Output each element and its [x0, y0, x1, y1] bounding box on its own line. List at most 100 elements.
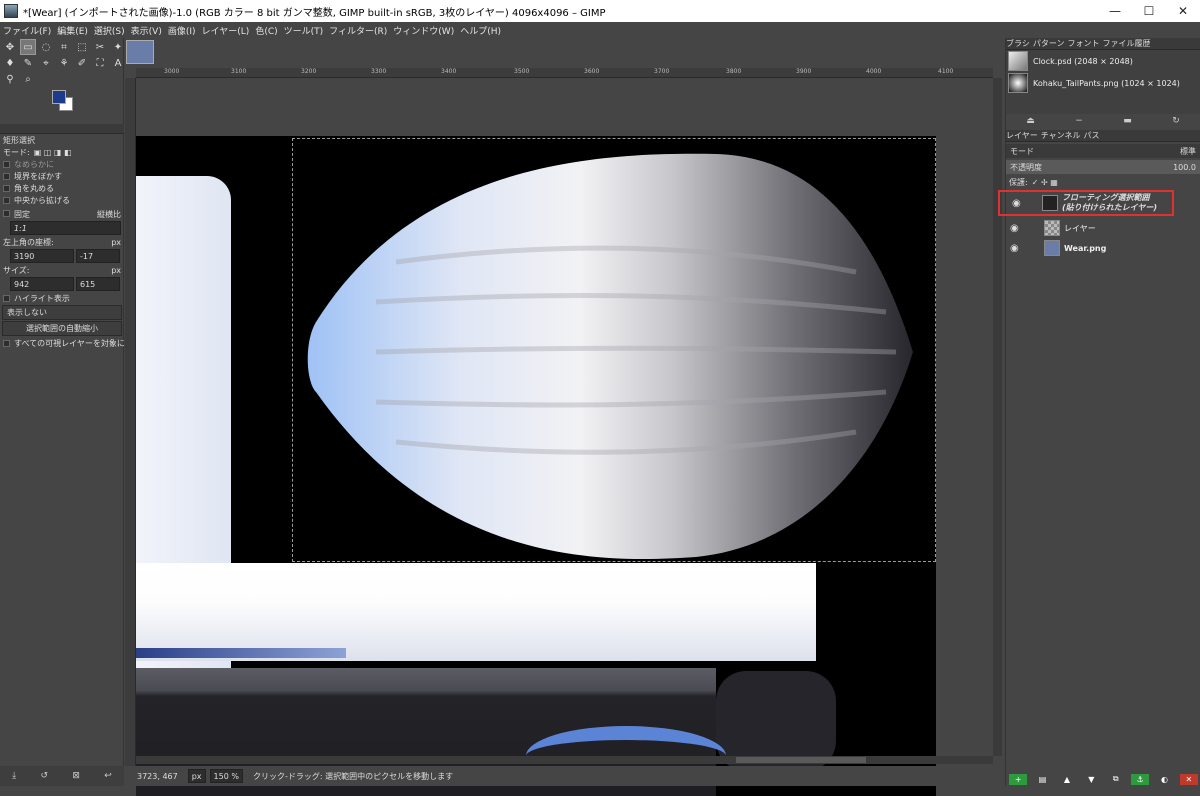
delete-options-icon[interactable]: ⊠ [72, 771, 80, 781]
fuzzy-select-tool-icon[interactable]: ⌗ [57, 40, 71, 54]
feather-checkbox[interactable] [3, 172, 10, 180]
lock-icons[interactable]: ✓ ✢ ▦ [1032, 178, 1058, 187]
antialias-option[interactable]: なめらかに [0, 158, 124, 170]
layer-row[interactable]: ◉ Wear.png [1006, 238, 1200, 258]
new-layer-icon[interactable]: + [1009, 773, 1028, 785]
free-select-tool-icon[interactable]: ◌ [39, 40, 53, 54]
eye-icon[interactable]: ◉ [1012, 198, 1026, 209]
ratio-field[interactable]: 1:1 [10, 221, 121, 235]
lower-layer-icon[interactable]: ▼ [1082, 774, 1100, 785]
mask-icon[interactable]: ◐ [1155, 774, 1173, 785]
sample-merged-option[interactable]: すべての可視レイヤーを対象に [0, 337, 125, 349]
delete-layer-icon[interactable]: ✕ [1179, 773, 1198, 785]
expand-from-center-option[interactable]: 中央から拡げる [0, 194, 124, 206]
rounded-checkbox[interactable] [3, 184, 10, 192]
text-tool-icon[interactable]: A [111, 56, 125, 70]
layer-mode-dropdown[interactable]: 標準 [1180, 146, 1196, 157]
bucket-fill-tool-icon[interactable]: ♦ [3, 56, 17, 70]
new-group-icon[interactable]: ▤ [1034, 774, 1052, 785]
horizontal-scrollbar[interactable] [136, 756, 993, 764]
crop-tool-icon[interactable]: ⬚ [75, 40, 89, 54]
highlight-option[interactable]: ハイライト表示 [0, 292, 124, 304]
tab-patterns[interactable]: パターン [1033, 38, 1065, 49]
reset-options-icon[interactable]: ↩ [104, 771, 112, 781]
position-unit[interactable]: px [111, 238, 121, 247]
transform-tool-icon[interactable]: ✂ [93, 40, 107, 54]
open-image-icon[interactable]: ⏏ [1026, 116, 1035, 126]
raise-layer-icon[interactable]: ▲ [1058, 774, 1076, 785]
image-tab-thumbnail[interactable] [126, 40, 154, 64]
tab-layers[interactable]: レイヤー [1006, 130, 1038, 141]
expand-checkbox[interactable] [3, 196, 10, 204]
position-y-field[interactable]: -17 [76, 249, 120, 263]
zoom-selector[interactable]: 150 % [209, 769, 243, 783]
clone-tool-icon[interactable]: ⚘ [57, 56, 71, 70]
tab-brushes[interactable]: ブラシ [1006, 38, 1030, 49]
close-button[interactable]: ✕ [1166, 0, 1200, 22]
paintbrush-tool-icon[interactable]: ✎ [21, 56, 35, 70]
list-item[interactable]: Kohaku_TailPants.png (1024 × 1024) [1006, 72, 1200, 94]
selection-marquee[interactable] [292, 138, 936, 562]
antialias-checkbox[interactable] [3, 160, 10, 168]
position-x-field[interactable]: 3190 [10, 249, 74, 263]
maximize-button[interactable]: ☐ [1132, 0, 1166, 22]
menu-help[interactable]: ヘルプ(H) [460, 24, 501, 37]
duplicate-layer-icon[interactable]: ⧉ [1107, 774, 1125, 785]
mode-icons[interactable]: ▣ ◫ ◨ ◧ [34, 148, 72, 157]
menu-file[interactable]: ファイル(F) [3, 24, 51, 37]
refresh-icon[interactable]: ↻ [1172, 116, 1180, 126]
menu-windows[interactable]: ウィンドウ(W) [393, 24, 454, 37]
tab-document-history[interactable]: ファイル履歴 [1102, 38, 1150, 49]
autoshrink-button[interactable]: 選択範囲の自動縮小 [2, 321, 122, 336]
menu-tools[interactable]: ツール(T) [284, 24, 324, 37]
zoom-tool-icon[interactable]: ⌕ [21, 72, 35, 86]
horizontal-ruler[interactable]: 3000 3100 3200 3300 3400 3500 3600 3700 … [136, 68, 993, 78]
color-swatches[interactable] [52, 88, 123, 118]
list-item[interactable]: Clock.psd (2048 × 2048) [1006, 50, 1200, 72]
opacity-slider[interactable]: 不透明度 100.0 [1006, 160, 1200, 174]
fixed-dropdown[interactable]: 縦横比 [97, 209, 121, 220]
size-unit[interactable]: px [111, 266, 121, 275]
tab-fonts[interactable]: フォント [1067, 38, 1099, 49]
rounded-corners-option[interactable]: 角を丸める [0, 182, 124, 194]
menu-filters[interactable]: フィルター(R) [329, 24, 387, 37]
feather-option[interactable]: 境界をぼかす [0, 170, 124, 182]
move-tool-icon[interactable]: ✥ [3, 40, 17, 54]
menu-image[interactable]: 画像(I) [168, 24, 196, 37]
horizontal-scroll-thumb[interactable] [736, 757, 866, 763]
menu-select[interactable]: 選択(S) [94, 24, 125, 37]
rect-select-tool-icon[interactable]: ▭ [20, 39, 36, 55]
image-canvas[interactable] [136, 136, 936, 796]
unit-selector[interactable]: px [187, 769, 206, 783]
eraser-tool-icon[interactable]: ⌖ [39, 56, 53, 70]
tab-paths[interactable]: パス [1084, 130, 1100, 141]
minimize-button[interactable]: — [1098, 0, 1132, 22]
menu-colors[interactable]: 色(C) [255, 24, 277, 37]
eye-icon[interactable]: ◉ [1010, 243, 1024, 254]
clear-history-icon[interactable]: ▬ [1123, 116, 1132, 126]
tool-options-tabs[interactable] [0, 124, 124, 134]
warp-tool-icon[interactable]: ✦ [111, 40, 125, 54]
layer-row-floating-highlighted[interactable]: ◉ フローティング選択範囲 (貼り付けられたレイヤー) [998, 190, 1174, 216]
tab-channels[interactable]: チャンネル [1041, 130, 1081, 141]
guides-dropdown[interactable]: 表示しない [2, 305, 122, 320]
vertical-ruler[interactable] [125, 78, 136, 766]
smudge-tool-icon[interactable]: ✐ [75, 56, 89, 70]
eye-icon[interactable]: ◉ [1010, 223, 1024, 234]
menu-layer[interactable]: レイヤー(L) [202, 24, 250, 37]
highlight-checkbox[interactable] [3, 294, 10, 302]
layer-row[interactable]: ◉ レイヤー [1006, 218, 1200, 238]
restore-options-icon[interactable]: ↺ [41, 771, 49, 781]
anchor-layer-icon[interactable]: ⚓ [1131, 773, 1150, 785]
vertical-scrollbar[interactable] [993, 78, 1002, 756]
fixed-option[interactable]: 固定 縦横比 [0, 208, 124, 220]
sample-merged-checkbox[interactable] [3, 339, 10, 347]
remove-entry-icon[interactable]: − [1075, 116, 1083, 126]
size-width-field[interactable]: 942 [10, 277, 74, 291]
menu-view[interactable]: 表示(V) [131, 24, 162, 37]
menu-edit[interactable]: 編集(E) [57, 24, 88, 37]
paths-tool-icon[interactable]: ⛶ [93, 56, 107, 70]
fixed-checkbox[interactable] [3, 209, 10, 217]
color-picker-tool-icon[interactable]: ⚲ [3, 72, 17, 86]
size-height-field[interactable]: 615 [76, 277, 120, 291]
